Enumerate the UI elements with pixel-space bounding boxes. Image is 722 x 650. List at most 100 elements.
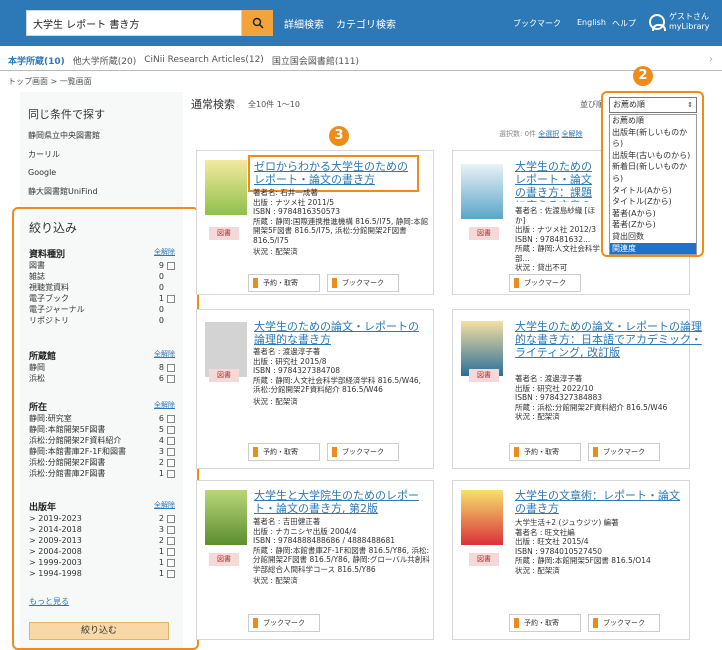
filter-row[interactable]: 浜松 6 — [29, 373, 175, 384]
filter-row[interactable]: 静岡:本館書庫2F-1F和図書 3 — [29, 446, 175, 457]
material-tag: 図書 — [209, 227, 239, 240]
clear-all-link[interactable]: 全解除 — [562, 130, 583, 138]
filter-row[interactable]: 静岡:本館開架5F図書 5 — [29, 424, 175, 435]
filter-row[interactable]: > 2014-2018 3 — [29, 524, 175, 535]
checkbox[interactable] — [167, 447, 175, 456]
clear-link[interactable]: 全解除 — [154, 500, 175, 513]
clear-link[interactable]: 全解除 — [154, 349, 175, 362]
checkbox[interactable] — [167, 425, 175, 434]
checkbox[interactable] — [167, 536, 175, 545]
sort-option[interactable]: 関連度 — [610, 242, 696, 255]
tab-ndl[interactable]: 国立国会図書館(111) — [272, 54, 359, 67]
same-link[interactable]: Google — [28, 168, 56, 177]
filter-row[interactable]: > 2009-2013 2 — [29, 535, 175, 546]
sort-option[interactable]: タイトル(Zから) — [610, 196, 696, 208]
english-link[interactable]: English — [577, 18, 606, 27]
filter-row[interactable]: 浜松:分館書庫2F図書 1 — [29, 468, 175, 479]
book-title[interactable]: 大学生と大学院生のためのレポート・論文の書き方, 第2版 — [254, 489, 424, 515]
filter-row[interactable]: 浜松:分館開架2F資料紹介 4 — [29, 435, 175, 446]
same-link[interactable]: 静岡県立中央図書館 — [28, 130, 100, 141]
filter-row[interactable]: > 1994-1998 1 — [29, 568, 175, 579]
sort-option[interactable]: タイトル(Aから) — [610, 185, 696, 197]
annotation-badge-2: 2 — [633, 66, 653, 86]
bookmark-link[interactable]: ブックマーク — [513, 18, 561, 29]
group-title: 出版年 — [29, 503, 57, 513]
show-more-link[interactable]: もっと見る — [29, 596, 69, 607]
checkbox[interactable] — [167, 525, 175, 534]
tab-other-univ[interactable]: 他大学所蔵(20) — [73, 54, 136, 67]
book-title[interactable]: 大学生のための論文・レポートの論理的な書き方 — [254, 320, 422, 346]
filter-row[interactable]: 浜松:分館開架2F図書 2 — [29, 457, 175, 468]
bookmark-button[interactable]: ブックマーク — [588, 614, 660, 632]
reserve-button[interactable]: 予約・取寄 — [509, 614, 581, 632]
book-cover — [461, 164, 503, 219]
group-title: 所在 — [29, 403, 48, 413]
help-link[interactable]: ヘルプ — [612, 18, 636, 29]
sort-option[interactable]: 出版年(新しいものから) — [610, 127, 696, 150]
sort-option[interactable]: 著者(Aから) — [610, 208, 696, 220]
select-all-link[interactable]: 全選択 — [538, 130, 559, 138]
material-tag: 図書 — [469, 227, 499, 240]
chevron-right-icon[interactable]: › — [709, 54, 713, 65]
narrow-button[interactable]: 絞り込む — [29, 622, 169, 640]
reserve-button[interactable]: 予約・取寄 — [509, 443, 581, 461]
clear-link[interactable]: 全解除 — [154, 247, 175, 260]
sort-option[interactable]: 貸出回数 — [610, 231, 696, 243]
book-meta: 著者名 : 渡邊淳子著 出版 : 研究社 2015/8 ISBN : 9784327… — [253, 347, 422, 406]
reserve-button[interactable]: 予約・取寄 — [248, 274, 320, 292]
book-title[interactable]: 大学生の文章術：レポート・論文の書き方 — [515, 489, 687, 515]
tab-cinii[interactable]: CiNii Research Articles(12) — [144, 55, 264, 65]
sort-option[interactable]: 出版年(古いものから) — [610, 150, 696, 162]
breadcrumb: トップ画面 > 一覧画面 — [8, 77, 92, 86]
checkbox[interactable] — [167, 469, 175, 478]
checkbox[interactable] — [167, 547, 175, 556]
bookmark-button[interactable]: ブックマーク — [588, 443, 660, 461]
reserve-button[interactable]: 予約・取寄 — [248, 443, 320, 461]
checkbox[interactable] — [167, 294, 175, 303]
bookmark-button[interactable]: ブックマーク — [248, 614, 320, 632]
search-button[interactable] — [242, 10, 273, 36]
filter-row[interactable]: 静岡:研究室 6 — [29, 413, 175, 424]
clear-link[interactable]: 全解除 — [154, 400, 175, 413]
book-title[interactable]: 大学生のためのレポート・論文の書き方：課題に応える文章の書き方 — [515, 160, 600, 202]
page-title: 通常検索 — [191, 98, 235, 111]
mylibrary-link[interactable]: ゲストさん myLibrary — [649, 12, 710, 32]
filter-row[interactable]: > 2004-2008 1 — [29, 546, 175, 557]
group-title: 所蔵館 — [29, 352, 57, 362]
group-title: 資料種別 — [29, 250, 66, 260]
category-search-link[interactable]: カテゴリ検索 — [336, 16, 396, 31]
source-tabs: 本学所蔵(10) 他大学所蔵(20) CiNii Research Articl… — [0, 50, 722, 70]
sort-option[interactable]: 新着日(新しいものから) — [610, 161, 696, 184]
bookmark-button[interactable]: ブックマーク — [509, 274, 581, 292]
checkbox[interactable] — [167, 414, 175, 423]
filter-group-library: 所蔵館 全解除 静岡 8 浜松 6 — [29, 349, 175, 384]
tab-own-holdings[interactable]: 本学所蔵(10) — [8, 54, 65, 67]
checkbox[interactable] — [167, 374, 175, 383]
sort-select[interactable]: お薦め順 ⇕ — [609, 97, 697, 113]
filter-group-year: 出版年 全解除 > 2019-2023 2 > 2014-2018 3 > 2009-… — [29, 500, 175, 579]
bookmark-button[interactable]: ブックマーク — [327, 443, 399, 461]
filter-row[interactable]: 電子ブック 1 — [29, 293, 175, 304]
checkbox[interactable] — [167, 363, 175, 372]
advanced-search-link[interactable]: 詳細検索 — [284, 16, 324, 31]
filter-row[interactable]: 図書 9 — [29, 260, 175, 271]
bookmark-button[interactable]: ブックマーク — [327, 274, 399, 292]
selection-info: 選択数: 0件 全選択 全解除 — [499, 130, 583, 138]
book-title[interactable]: 大学生のための論文・レポートの論理的な書き方：日本語でアカデミック・ライティング… — [515, 320, 707, 359]
checkbox[interactable] — [167, 261, 175, 270]
mylibrary-label: myLibrary — [669, 22, 710, 31]
filter-row[interactable]: > 1999-2003 1 — [29, 557, 175, 568]
checkbox[interactable] — [167, 458, 175, 467]
book-title[interactable]: ゼロからわかる大学生のためのレポート・論文の書き方 — [254, 160, 414, 186]
filter-row[interactable]: > 2019-2023 2 — [29, 513, 175, 524]
filter-row[interactable]: 静岡 8 — [29, 362, 175, 373]
checkbox[interactable] — [167, 558, 175, 567]
checkbox[interactable] — [167, 436, 175, 445]
checkbox[interactable] — [167, 514, 175, 523]
sort-option[interactable]: お薦め順 — [610, 115, 696, 127]
sort-option[interactable]: 著者(Zから) — [610, 219, 696, 231]
search-input[interactable]: 大学生 レポート 書き方 — [26, 10, 242, 36]
same-link[interactable]: カーリル — [28, 149, 60, 160]
same-link[interactable]: 静大図書館UniFind — [28, 186, 98, 197]
checkbox[interactable] — [167, 569, 175, 578]
